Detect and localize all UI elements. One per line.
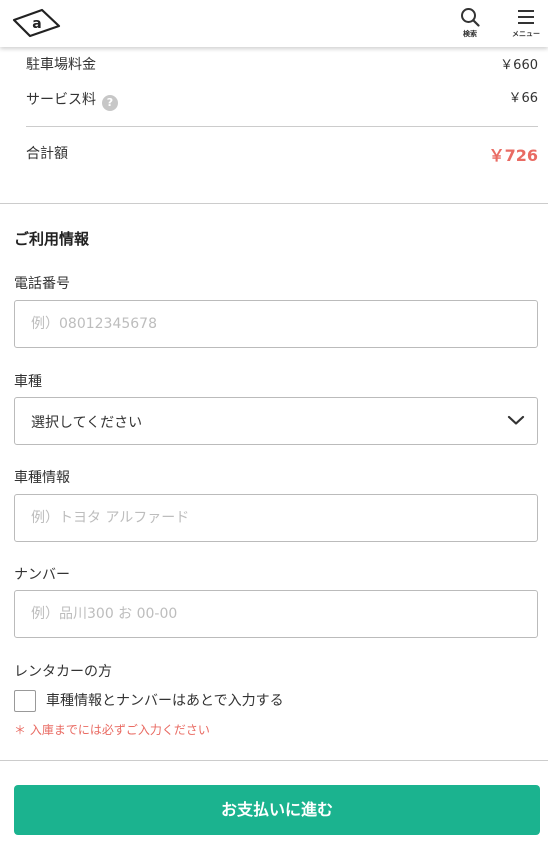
search-button[interactable]: 検索	[450, 7, 490, 39]
phone-label: 電話番号	[14, 276, 70, 292]
rental-label: レンタカーの方	[14, 664, 112, 680]
menu-label: メニュー	[512, 30, 540, 38]
phone-input[interactable]	[14, 300, 538, 348]
car-info-input[interactable]	[14, 494, 538, 542]
car-info-label: 車種情報	[14, 470, 70, 486]
parking-fee-row: 駐車場料金 ￥660	[26, 54, 538, 74]
footer-divider	[0, 760, 548, 761]
required-note: ＊ 入庫までには必ずご入力ください	[14, 723, 210, 737]
usage-section-title: ご利用情報	[14, 230, 90, 248]
total-amount: ￥726	[488, 146, 538, 165]
later-input-checkbox-label[interactable]: 車種情報とナンバーはあとで入力する	[46, 690, 284, 710]
service-fee-label: サービス料	[26, 92, 96, 108]
logo-icon[interactable]: a	[12, 8, 62, 38]
menu-button[interactable]: メニュー	[506, 7, 546, 39]
app-header: a 検索 メニュー	[0, 0, 548, 47]
proceed-to-payment-button[interactable]: お支払いに進む	[14, 785, 540, 835]
svg-text:a: a	[32, 16, 41, 32]
car-type-label: 車種	[14, 374, 42, 390]
section-divider	[0, 203, 548, 204]
car-type-selected: 選択してください	[31, 415, 143, 431]
service-fee-row: サービス料? ￥66	[26, 89, 538, 111]
parking-fee-label: 駐車場料金	[26, 57, 96, 73]
total-label: 合計額	[26, 146, 68, 162]
later-input-checkbox[interactable]	[14, 690, 36, 712]
parking-fee-amount: ￥660	[500, 58, 538, 73]
number-label: ナンバー	[14, 567, 70, 583]
service-fee-amount: ￥66	[508, 91, 538, 106]
menu-icon	[518, 10, 534, 24]
fee-divider	[26, 126, 538, 127]
help-icon[interactable]: ?	[102, 95, 118, 111]
search-label: 検索	[463, 30, 477, 38]
search-icon	[461, 8, 480, 27]
number-input[interactable]	[14, 590, 538, 638]
car-type-select[interactable]: 選択してください	[14, 397, 538, 445]
chevron-down-icon	[507, 415, 525, 425]
total-row: 合計額 ￥726	[26, 143, 538, 165]
